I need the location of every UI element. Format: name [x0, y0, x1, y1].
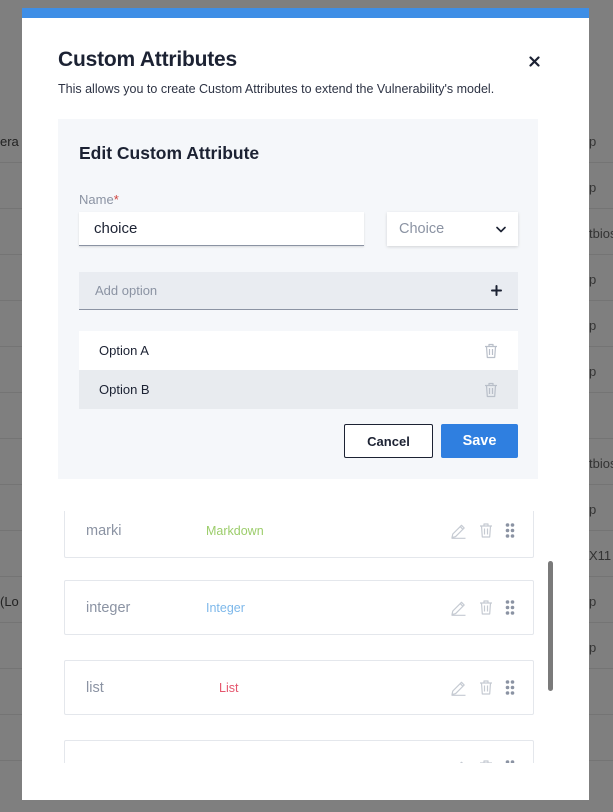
drag-handle-icon — [505, 680, 515, 695]
required-mark: * — [113, 192, 119, 207]
attribute-actions — [450, 759, 515, 763]
name-label: Name* — [79, 192, 119, 207]
modal-title: Custom Attributes — [58, 48, 237, 71]
background-cell-text: tbios — [589, 456, 613, 471]
trash-icon — [485, 343, 497, 358]
pencil-icon — [451, 681, 466, 696]
chevron-down-icon — [496, 226, 506, 232]
trash-icon — [480, 760, 492, 763]
background-cell-text: p — [589, 272, 597, 287]
drag-handle[interactable] — [505, 600, 515, 616]
attribute-type-label: Integer — [206, 600, 245, 615]
name-input[interactable]: choice — [79, 212, 364, 246]
background-cell-text: p — [589, 502, 597, 517]
option-label: Option B — [99, 382, 150, 397]
drag-handle-icon — [505, 523, 515, 538]
attribute-type-label: Markdown — [206, 523, 264, 538]
attribute-name: list — [86, 679, 104, 696]
close-icon — [528, 55, 540, 67]
background-cell-text: p — [589, 364, 597, 379]
add-option-button[interactable] — [491, 285, 502, 296]
save-button[interactable]: Save — [441, 424, 518, 458]
background-cell-text: tbios — [589, 226, 613, 241]
option-label: Option A — [99, 343, 149, 358]
edit-panel-title: Edit Custom Attribute — [79, 143, 260, 163]
name-input-value: choice — [94, 220, 138, 237]
trash-icon — [480, 680, 492, 695]
delete-option-button[interactable] — [484, 343, 498, 359]
delete-attribute-button[interactable] — [479, 760, 493, 763]
drag-handle[interactable] — [505, 523, 515, 539]
background-cell-text: p — [589, 318, 597, 333]
trash-icon — [480, 523, 492, 538]
type-select[interactable]: Choice — [387, 212, 518, 246]
trash-icon — [485, 382, 497, 397]
delete-option-button[interactable] — [484, 382, 498, 398]
option-row: Option A — [79, 331, 518, 370]
modal-description: This allows you to create Custom Attribu… — [58, 82, 495, 96]
edit-attribute-button[interactable] — [450, 599, 467, 616]
attribute-name: integer — [86, 599, 131, 616]
edit-attribute-button[interactable] — [450, 522, 467, 539]
name-label-text: Name — [79, 192, 114, 207]
attribute-actions — [450, 522, 515, 539]
plus-icon — [491, 285, 502, 296]
drag-handle-icon — [505, 600, 515, 615]
cancel-button[interactable]: Cancel — [344, 424, 433, 458]
edit-attribute-panel: Edit Custom Attribute Name* choice Choic… — [58, 119, 538, 479]
attribute-card — [64, 740, 534, 763]
close-button[interactable] — [525, 52, 543, 70]
background-cell-text: (Lo — [0, 594, 19, 609]
attribute-card: integer Integer — [64, 580, 534, 635]
list-scrollbar[interactable] — [548, 561, 553, 691]
background-cell-text: p — [589, 180, 597, 195]
add-option-placeholder: Add option — [95, 283, 158, 298]
pencil-icon — [451, 601, 466, 616]
background-cell-text: p — [589, 640, 597, 655]
attribute-list: marki Markdown integer Integer list List — [22, 511, 589, 763]
attribute-actions — [450, 599, 515, 616]
attribute-card: marki Markdown — [64, 511, 534, 558]
edit-attribute-button[interactable] — [450, 759, 467, 763]
delete-attribute-button[interactable] — [479, 680, 493, 696]
attribute-card: list List — [64, 660, 534, 715]
pencil-icon — [451, 524, 466, 539]
add-option-input[interactable]: Add option — [79, 272, 518, 310]
attribute-type-label: List — [219, 680, 239, 695]
edit-attribute-button[interactable] — [450, 679, 467, 696]
drag-handle[interactable] — [505, 680, 515, 696]
background-cell-text: p — [589, 134, 597, 149]
attribute-name: marki — [86, 522, 122, 539]
option-row: Option B — [79, 370, 518, 409]
drag-handle-icon — [505, 760, 515, 763]
type-select-value: Choice — [399, 221, 445, 237]
modal-accent-bar — [22, 8, 589, 18]
delete-attribute-button[interactable] — [479, 523, 493, 539]
custom-attributes-modal: Custom Attributes This allows you to cre… — [22, 8, 589, 800]
background-cell-text: p — [589, 594, 597, 609]
pencil-icon — [459, 761, 464, 763]
attribute-actions — [450, 679, 515, 696]
trash-icon — [480, 600, 492, 615]
delete-attribute-button[interactable] — [479, 600, 493, 616]
drag-handle[interactable] — [505, 760, 515, 763]
background-cell-text: X11 — [589, 548, 612, 563]
background-cell-text: era — [0, 134, 19, 149]
